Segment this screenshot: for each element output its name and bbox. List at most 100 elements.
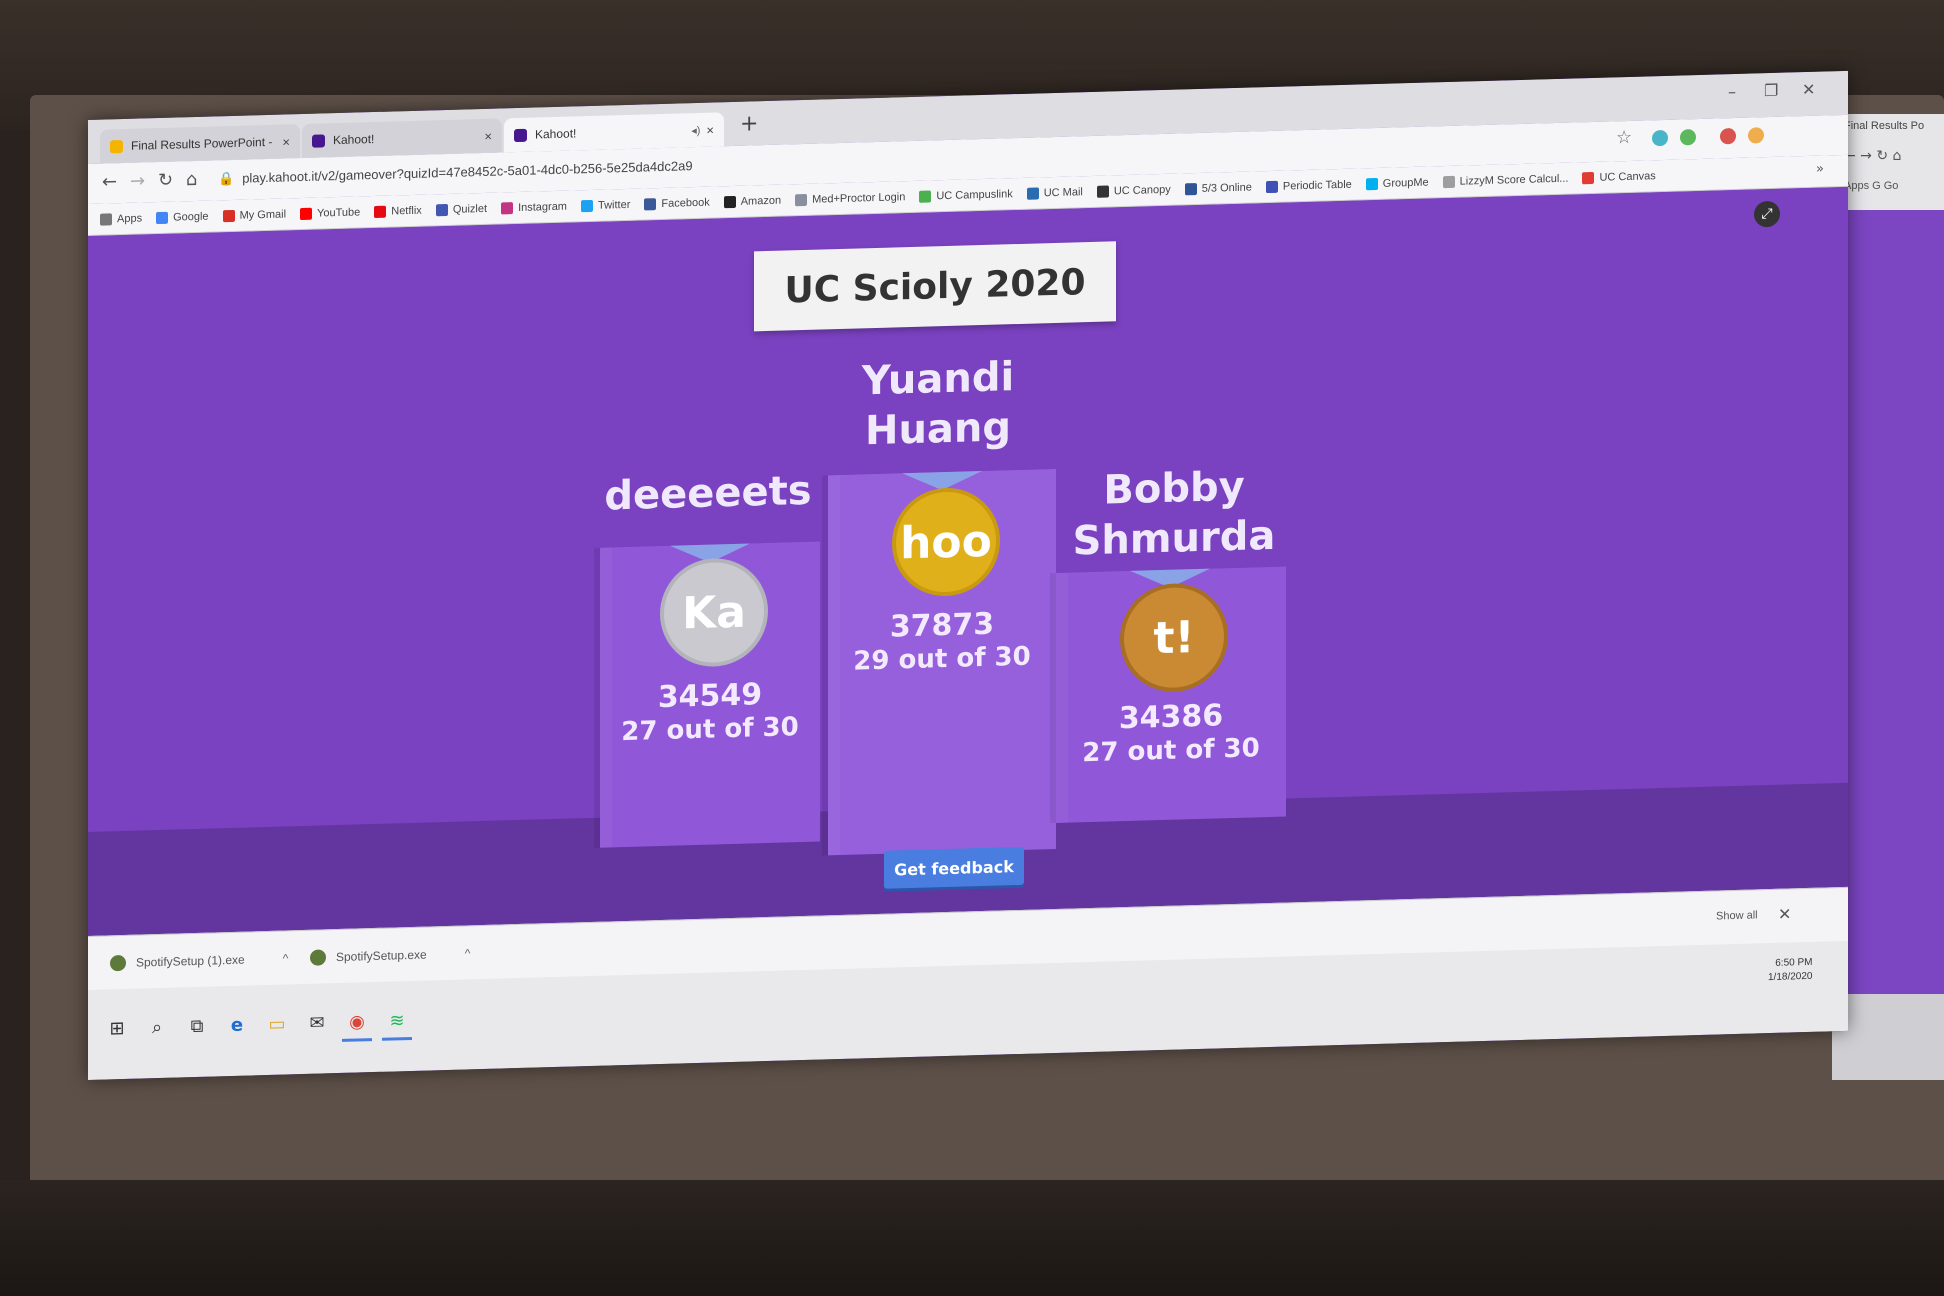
bookmark-item[interactable]: LizzyM Score Calcul... (1442, 172, 1568, 188)
bookmark-item[interactable]: Apps (100, 211, 143, 226)
extension-icon[interactable] (1680, 129, 1696, 146)
bookmark-label: Google (173, 210, 209, 224)
browser-window: Final Results PowerPoint - Goog × Kahoot… (88, 70, 1848, 1080)
active-app-indicator (342, 1038, 372, 1042)
bookmark-label: UC Mail (1043, 185, 1083, 199)
second-place-score: 34549 (657, 677, 763, 716)
bookmarks-overflow-icon[interactable]: » (1816, 162, 1824, 177)
bookmark-label: Amazon (740, 194, 782, 208)
bookmark-favicon-icon (374, 205, 387, 218)
bookmark-favicon-icon (156, 211, 169, 224)
bookmark-favicon-icon (1265, 180, 1278, 193)
bookmark-item[interactable]: Quizlet (435, 202, 487, 216)
close-tab-icon[interactable]: × (706, 122, 714, 137)
fullscreen-icon[interactable]: ⤢ (1754, 200, 1780, 228)
bookmark-item[interactable]: UC Campuslink (919, 188, 1013, 203)
file-explorer-icon[interactable]: ▭ (264, 1010, 290, 1037)
bookmark-favicon-icon (1096, 184, 1109, 198)
url-field[interactable]: 🔒 play.kahoot.it/v2/gameover?quizId=47e84… (218, 158, 693, 187)
first-place-name: Yuandi Huang (861, 354, 1015, 455)
audio-playing-icon[interactable]: ◂) (691, 123, 700, 136)
bookmark-favicon-icon (222, 209, 235, 222)
bookmark-item[interactable]: YouTube (300, 206, 360, 220)
google-slides-icon (110, 139, 123, 153)
spotify-icon[interactable]: ≋ (384, 1007, 410, 1034)
secondary-nav-buttons[interactable]: ← → ↻ ⌂ (1844, 148, 1901, 164)
bookmark-item[interactable]: UC Mail (1026, 185, 1083, 200)
mail-icon[interactable]: ✉ (304, 1009, 330, 1036)
bookmark-label: UC Canvas (1599, 169, 1656, 184)
installer-icon (110, 954, 126, 972)
back-button[interactable]: ← (102, 171, 117, 192)
bookmark-item[interactable]: Instagram (501, 200, 567, 214)
profile-avatar[interactable] (1720, 127, 1736, 145)
reload-button[interactable]: ↻ (158, 170, 173, 191)
kahoot-podium-page: UC Scioly 2020 ⤢ deeeeets Ka 34549 27 ou… (88, 186, 1848, 936)
running-app-indicator (382, 1036, 412, 1041)
bookmark-item[interactable]: Twitter (580, 198, 630, 212)
bookmark-label: My Gmail (239, 207, 287, 222)
secondary-browser-chrome: Final Results Po ← → ↻ ⌂ Apps G Go (1832, 114, 1944, 210)
minimize-button[interactable]: – (1728, 82, 1736, 101)
start-icon[interactable]: ⊞ (104, 1015, 130, 1042)
bookmark-label: Periodic Table (1282, 178, 1352, 193)
chrome-icon[interactable]: ◉ (344, 1008, 370, 1035)
bookmark-favicon-icon (435, 203, 448, 216)
kahoot-icon (514, 128, 527, 142)
kahoot-icon (312, 133, 325, 148)
bookmark-label: Apps (117, 211, 143, 225)
chevron-up-icon[interactable]: ^ (465, 946, 471, 960)
bookmark-item[interactable]: My Gmail (222, 207, 287, 222)
bookmark-favicon-icon (723, 195, 736, 208)
show-all-downloads-link[interactable]: Show all (1716, 909, 1758, 922)
system-clock[interactable]: 6:50 PM 1/18/2020 (1768, 956, 1813, 985)
bookmark-item[interactable]: Netflix (374, 204, 422, 218)
bookmark-label: 5/3 Online (1201, 180, 1252, 195)
secondary-bookmarks[interactable]: Apps G Go (1844, 180, 1898, 192)
bookmark-item[interactable]: UC Canopy (1096, 183, 1171, 198)
bookmark-favicon-icon (1365, 177, 1378, 190)
quiz-title: UC Scioly 2020 (754, 241, 1116, 332)
tab-final-results[interactable]: Final Results PowerPoint - Goog × (100, 124, 300, 164)
bookmark-item[interactable]: Google (156, 210, 209, 224)
get-feedback-button[interactable]: Get feedback (884, 846, 1024, 889)
third-place-name: Bobby Shmurda (1072, 463, 1276, 565)
restore-button[interactable]: ❐ (1764, 81, 1778, 100)
close-window-button[interactable]: ✕ (1802, 80, 1815, 99)
bookmark-item[interactable]: Facebook (644, 196, 710, 210)
bookmark-star-icon[interactable]: ☆ (1616, 127, 1632, 148)
third-place-correct: 27 out of 30 (1082, 733, 1260, 769)
close-downloads-icon[interactable]: ✕ (1778, 904, 1791, 923)
search-icon[interactable]: ⌕ (144, 1014, 170, 1041)
bookmark-label: YouTube (317, 205, 361, 220)
tab-kahoot-1[interactable]: Kahoot! × (302, 118, 502, 159)
extension-icon[interactable] (1652, 129, 1668, 147)
home-button[interactable]: ⌂ (186, 169, 197, 190)
installer-icon (310, 949, 326, 966)
bookmark-item[interactable]: Med+Proctor Login (795, 191, 905, 206)
task-view-icon[interactable]: ⧉ (184, 1013, 210, 1040)
edge-icon[interactable]: e (224, 1011, 250, 1038)
secondary-taskbar (1832, 994, 1944, 1080)
download-item[interactable]: SpotifySetup (1).exe ^ (110, 943, 288, 978)
bookmark-favicon-icon (1026, 186, 1039, 200)
secondary-tab[interactable]: Final Results Po (1844, 120, 1924, 132)
chevron-up-icon[interactable]: ^ (283, 951, 289, 965)
update-icon[interactable] (1748, 127, 1764, 144)
close-tab-icon[interactable]: × (484, 128, 492, 143)
download-item[interactable]: SpotifySetup.exe ^ (310, 938, 470, 972)
forward-button[interactable]: → (130, 170, 145, 191)
new-tab-button[interactable]: + (740, 111, 758, 137)
bookmark-item[interactable]: UC Canvas (1582, 169, 1656, 184)
first-place-correct: 29 out of 30 (853, 641, 1031, 677)
secondary-browser-window: Final Results Po ← → ↻ ⌂ Apps G Go (1832, 114, 1944, 1080)
bookmark-item[interactable]: Amazon (723, 194, 782, 208)
close-tab-icon[interactable]: × (282, 134, 290, 149)
bookmark-item[interactable]: GroupMe (1365, 176, 1429, 190)
bookmark-item[interactable]: 5/3 Online (1184, 180, 1252, 195)
url-text: play.kahoot.it/v2/gameover?quizId=47e845… (242, 158, 693, 186)
bookmark-item[interactable]: Periodic Table (1265, 178, 1352, 193)
clock-date: 1/18/2020 (1768, 970, 1813, 984)
bookmark-favicon-icon (795, 193, 808, 206)
bookmark-label: Netflix (391, 204, 422, 218)
